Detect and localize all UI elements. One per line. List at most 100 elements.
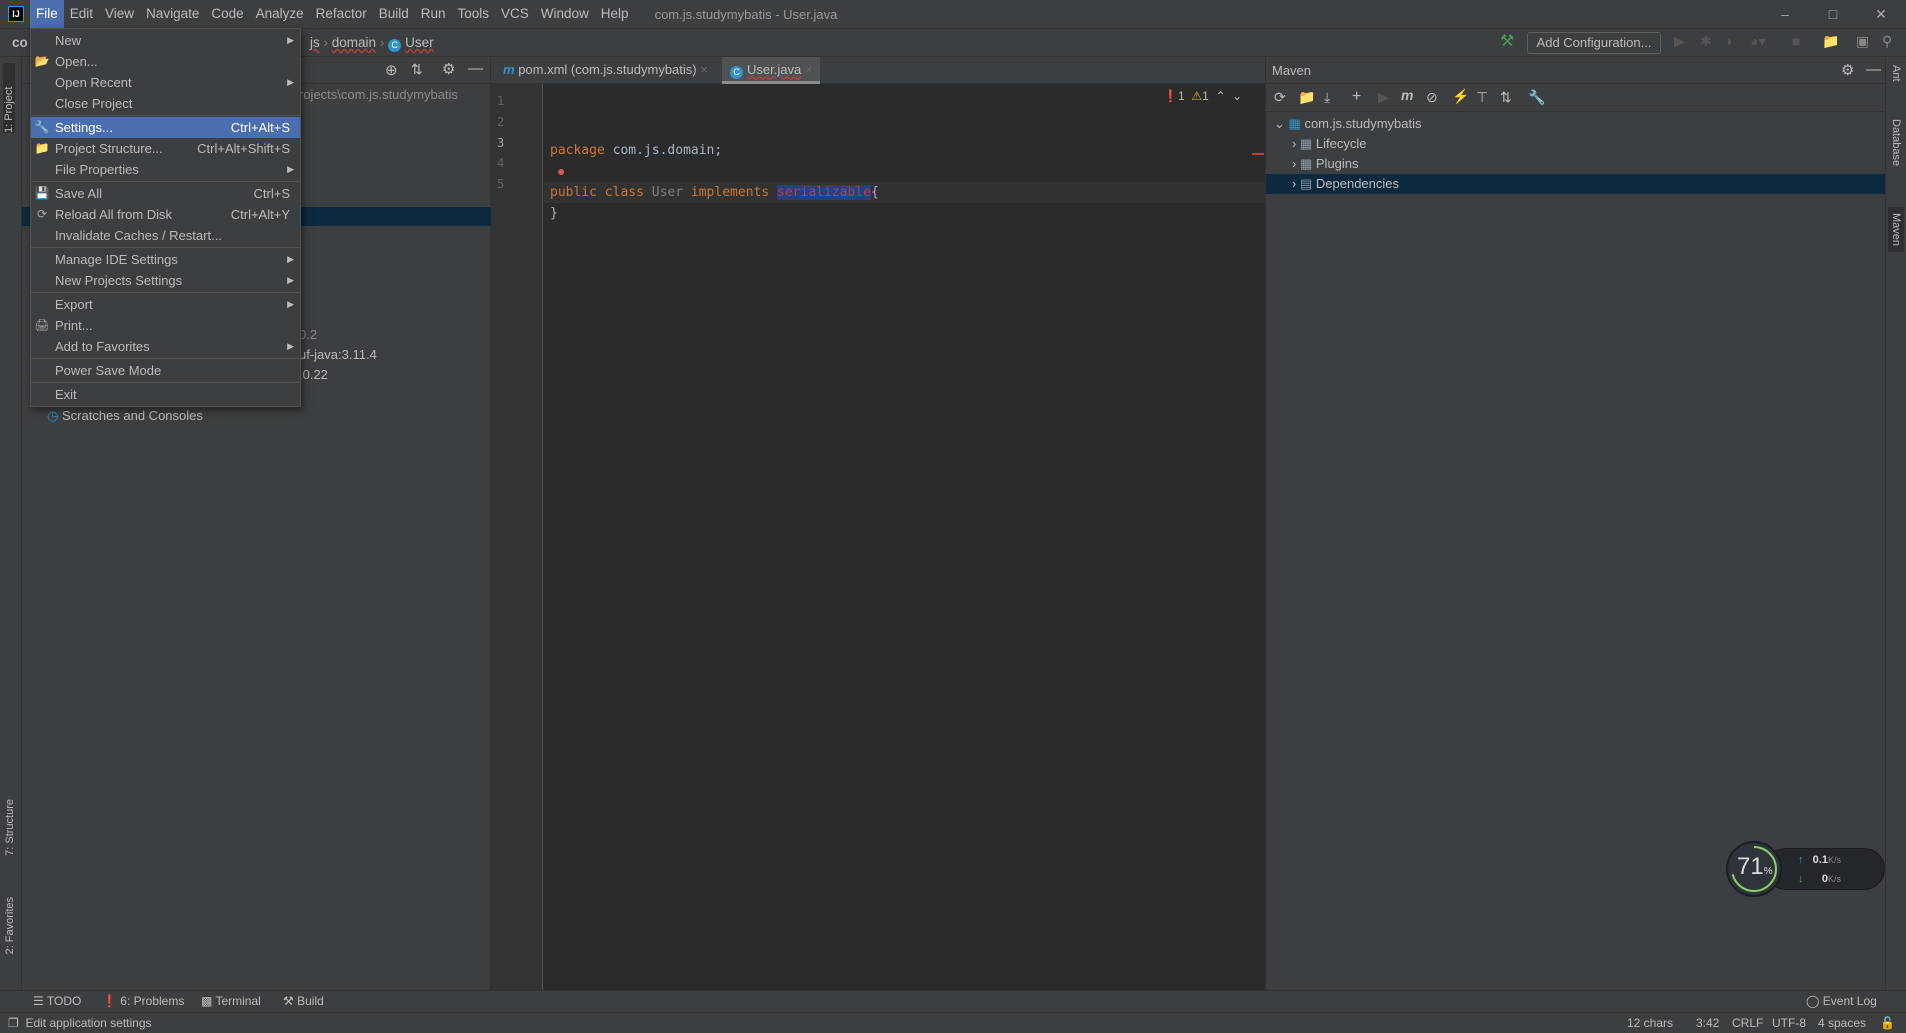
hide-icon[interactable]: — [468,60,483,77]
error-stripe-mark[interactable] [1252,153,1264,155]
breadcrumb-js[interactable]: js [310,35,320,50]
menu-refactor[interactable]: Refactor [310,0,373,28]
close-tab-icon[interactable]: × [805,62,813,77]
tree-item-scratches[interactable]: ◷ Scratches and Consoles [47,408,203,424]
collapse-all-icon[interactable]: ⇅ [1500,89,1512,106]
gear-icon[interactable]: ⚙ [1841,61,1854,79]
reload-icon[interactable]: ⟳ [1274,89,1286,106]
menu-window[interactable]: Window [535,0,595,28]
generate-sources-icon[interactable]: 📁 [1298,89,1315,106]
menu-analyze[interactable]: Analyze [250,0,310,28]
add-icon[interactable]: + [1352,88,1361,106]
menu-run[interactable]: Run [415,0,452,28]
add-configuration-button[interactable]: Add Configuration... [1527,32,1661,54]
search-icon[interactable]: ⚲ [1882,33,1892,50]
ant-tool-button[interactable]: Ant [1890,65,1902,82]
code-line-3[interactable]: public class User implements serializabl… [550,185,879,200]
chevron-right-icon[interactable]: › [1292,156,1296,171]
file-menu-item-save-all[interactable]: 💾 Save All Ctrl+S [31,183,300,204]
file-menu-item-power-save-mode[interactable]: Power Save Mode [31,360,300,381]
show-dependencies-icon[interactable]: ⊤ [1476,89,1488,106]
menu-view[interactable]: View [99,0,140,28]
terminal-tab[interactable]: ▩ Terminal [201,994,261,1008]
toggle-offline-icon[interactable]: ⊘ [1426,89,1438,106]
next-highlight-icon[interactable]: ⌄ [1232,89,1242,103]
indent-setting[interactable]: 4 spaces [1818,1016,1866,1030]
file-menu-item-close-project[interactable]: Close Project [31,93,300,114]
menu-edit[interactable]: Edit [64,0,99,28]
close-tab-icon[interactable]: × [700,62,708,77]
breadcrumb-project[interactable]: co [12,35,28,50]
tree-item-dependencies[interactable]: › ▤ Dependencies [1266,174,1886,194]
minimize-button[interactable]: – [1762,0,1808,28]
chevron-right-icon[interactable]: › [1292,176,1296,191]
skip-tests-icon[interactable]: ⚡ [1452,88,1469,105]
menu-file[interactable]: File [30,0,64,28]
menu-vcs[interactable]: VCS [495,0,535,28]
file-menu-item-export[interactable]: Export ▶ [31,294,300,315]
tab-pom-xml[interactable]: m pom.xml (com.js.studymybatis) × [495,57,716,84]
tab-user-java[interactable]: C User.java × [722,57,821,84]
file-menu-item-settings[interactable]: 🔧 Settings... Ctrl+Alt+S [31,117,300,138]
caret-position[interactable]: 3:42 [1696,1016,1719,1030]
toggle-tool-windows-icon[interactable]: ❐ [8,1016,19,1030]
build-hammer-icon[interactable]: ⚒ [1500,31,1514,51]
file-menu-item-exit[interactable]: Exit [31,384,300,405]
menu-code[interactable]: Code [205,0,249,28]
menu-help[interactable]: Help [595,0,635,28]
file-menu-item-manage-ide-settings[interactable]: Manage IDE Settings ▶ [31,249,300,270]
problems-tab[interactable]: ❗ 6: Problems [102,994,184,1008]
project-structure-icon[interactable]: 📁 [1822,33,1839,50]
menu-build[interactable]: Build [373,0,415,28]
debug-icon[interactable]: ✱ [1700,33,1712,50]
gear-icon[interactable]: ⚙ [442,60,455,78]
code-line-4[interactable]: } [550,206,558,221]
stop-icon[interactable]: ■ [1792,33,1800,49]
file-menu-item-invalidate-caches-restart[interactable]: Invalidate Caches / Restart... [31,225,300,246]
event-log-tab[interactable]: ◯ Event Log [1806,994,1877,1008]
chevron-right-icon[interactable]: › [1292,136,1296,151]
chevron-down-icon[interactable]: ⌄ [1274,116,1285,131]
file-menu-item-new[interactable]: New ▶ [31,30,300,51]
file-menu-item-reload-all-from-disk[interactable]: ⟳ Reload All from Disk Ctrl+Alt+Y [31,204,300,225]
run-icon[interactable]: ▶ [1674,33,1685,50]
maven-tool-button[interactable]: Maven [1888,207,1904,253]
tree-item-library[interactable]: uf-java:3.11.4 [299,347,377,362]
presentation-icon[interactable]: ▣ [1856,33,1869,50]
build-tab[interactable]: ⚒ Build [283,994,324,1008]
previous-highlight-icon[interactable]: ⌃ [1215,89,1225,103]
hide-icon[interactable]: — [1866,61,1881,78]
locate-icon[interactable]: ⊕ [385,61,398,79]
file-menu-item-open-recent[interactable]: Open Recent ▶ [31,72,300,93]
file-menu-item-open[interactable]: 📂 Open... [31,51,300,72]
breadcrumb-domain[interactable]: domain [332,35,376,50]
download-icon[interactable]: ⤓ [1324,89,1330,106]
inspection-widget[interactable]: ❗1 ⚠1 ⌃ ⌄ [1163,89,1242,103]
database-tool-button[interactable]: Database [1890,119,1902,166]
coverage-icon[interactable]: ◑ [1724,33,1732,49]
menu-tools[interactable]: Tools [452,0,496,28]
wrench-icon[interactable]: 🔧 [1528,89,1545,106]
lock-icon[interactable]: 🔓 [1880,1016,1895,1030]
collapse-all-icon[interactable]: ⇅ [411,61,423,78]
line-separator[interactable]: CRLF [1732,1016,1763,1030]
file-menu-item-new-projects-settings[interactable]: New Projects Settings ▶ [31,270,300,291]
todo-tab[interactable]: ☰ TODO [33,994,81,1008]
execute-goal-icon[interactable]: m [1401,87,1413,103]
file-menu-item-project-structure[interactable]: 📁 Project Structure... Ctrl+Alt+Shift+S [31,138,300,159]
file-menu-item-file-properties[interactable]: File Properties ▶ [31,159,300,180]
menu-navigate[interactable]: Navigate [140,0,205,28]
file-encoding[interactable]: UTF-8 [1772,1016,1806,1030]
tree-item-library[interactable]: 0.2 [299,327,317,342]
error-bulb-icon[interactable]: ● [557,163,565,179]
breadcrumb-user[interactable]: User [405,35,434,50]
maximize-button[interactable]: □ [1810,0,1856,28]
profile-icon[interactable]: ◕▾ [1750,33,1765,50]
run-icon[interactable]: ▶ [1378,89,1389,106]
project-tool-button[interactable]: 1: Project [3,63,15,133]
close-window-button[interactable]: ✕ [1858,0,1904,28]
file-menu-item-add-to-favorites[interactable]: Add to Favorites ▶ [31,336,300,357]
structure-tool-button[interactable]: 7: Structure [4,799,16,856]
file-menu-item-print[interactable]: 🖨 Print... [31,315,300,336]
tree-item-project[interactable]: ⌄ ▦ com.js.studymybatis [1266,114,1886,134]
